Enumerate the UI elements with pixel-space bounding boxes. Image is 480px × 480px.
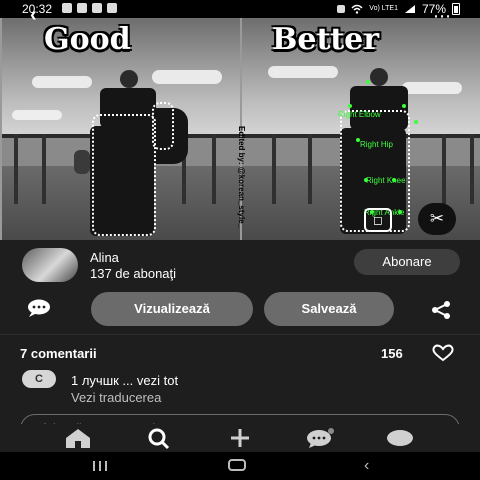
comments-count: 7 comentarii bbox=[20, 346, 97, 361]
share-icon[interactable] bbox=[430, 300, 452, 320]
system-nav-bar: ‹ bbox=[0, 452, 480, 480]
photo-icon bbox=[77, 3, 87, 13]
status-time: 20:32 bbox=[22, 2, 53, 16]
gallery-icon bbox=[107, 3, 117, 13]
alarm-icon bbox=[337, 5, 346, 13]
back-arrow-icon[interactable]: ‹ bbox=[30, 4, 37, 27]
home-icon[interactable] bbox=[58, 426, 98, 450]
save-button[interactable]: Salvează bbox=[264, 292, 394, 326]
likes-count: 156 bbox=[381, 346, 403, 361]
battery-icon bbox=[452, 3, 460, 15]
pose-label-elbow: Right Elbow bbox=[338, 110, 381, 119]
pose-label-knee: Right Knee bbox=[366, 176, 406, 185]
visit-button[interactable]: Vizualizează bbox=[91, 292, 253, 326]
plus-icon[interactable] bbox=[220, 426, 260, 450]
comment-text[interactable]: 1 лучшк ... vezi tot bbox=[71, 373, 178, 388]
bottom-tab-bar bbox=[0, 424, 480, 452]
left-heading: Good bbox=[44, 22, 131, 57]
heart-icon[interactable] bbox=[430, 344, 456, 362]
nav-back-icon[interactable]: ‹ bbox=[364, 457, 369, 475]
pinterest-icon bbox=[92, 3, 102, 13]
author-followers: 137 de abonaţi bbox=[90, 266, 177, 281]
commenter-avatar[interactable]: C bbox=[22, 370, 56, 388]
notification-icons bbox=[62, 3, 117, 13]
lens-icon: ◻ bbox=[373, 213, 383, 227]
more-options-icon[interactable]: ⋯ bbox=[433, 6, 452, 27]
nav-home-icon[interactable] bbox=[228, 459, 246, 471]
follow-button[interactable]: Abonare bbox=[354, 249, 460, 275]
wifi-icon bbox=[351, 4, 363, 14]
recents-icon[interactable] bbox=[92, 460, 108, 472]
cutout-button[interactable]: ✂ bbox=[418, 203, 456, 235]
message-icon bbox=[62, 3, 72, 13]
comment-icon[interactable] bbox=[26, 298, 52, 318]
pin-image[interactable]: Right Elbow Right Hip Right Knee Right A… bbox=[0, 18, 480, 240]
pose-label-hip: Right Hip bbox=[360, 140, 393, 149]
image-watermark: Edited by: @korean_style_ bbox=[237, 126, 246, 229]
right-heading: Better bbox=[272, 22, 380, 57]
scissors-icon: ✂ bbox=[429, 209, 445, 228]
signal-icon bbox=[404, 5, 415, 13]
search-icon[interactable] bbox=[140, 426, 180, 450]
author-name[interactable]: Alina bbox=[90, 250, 119, 265]
avatar[interactable] bbox=[22, 248, 78, 282]
section-divider bbox=[0, 334, 480, 335]
chat-bubbles-icon[interactable] bbox=[300, 426, 340, 450]
status-bar: 20:32 Vo) LTE1 77% bbox=[0, 0, 480, 18]
profile-icon[interactable] bbox=[380, 426, 420, 450]
network-label: Vo) LTE1 bbox=[369, 5, 398, 12]
see-translation-link[interactable]: Vezi traducerea bbox=[71, 390, 161, 405]
visual-search-button[interactable]: ◻ bbox=[364, 208, 392, 232]
